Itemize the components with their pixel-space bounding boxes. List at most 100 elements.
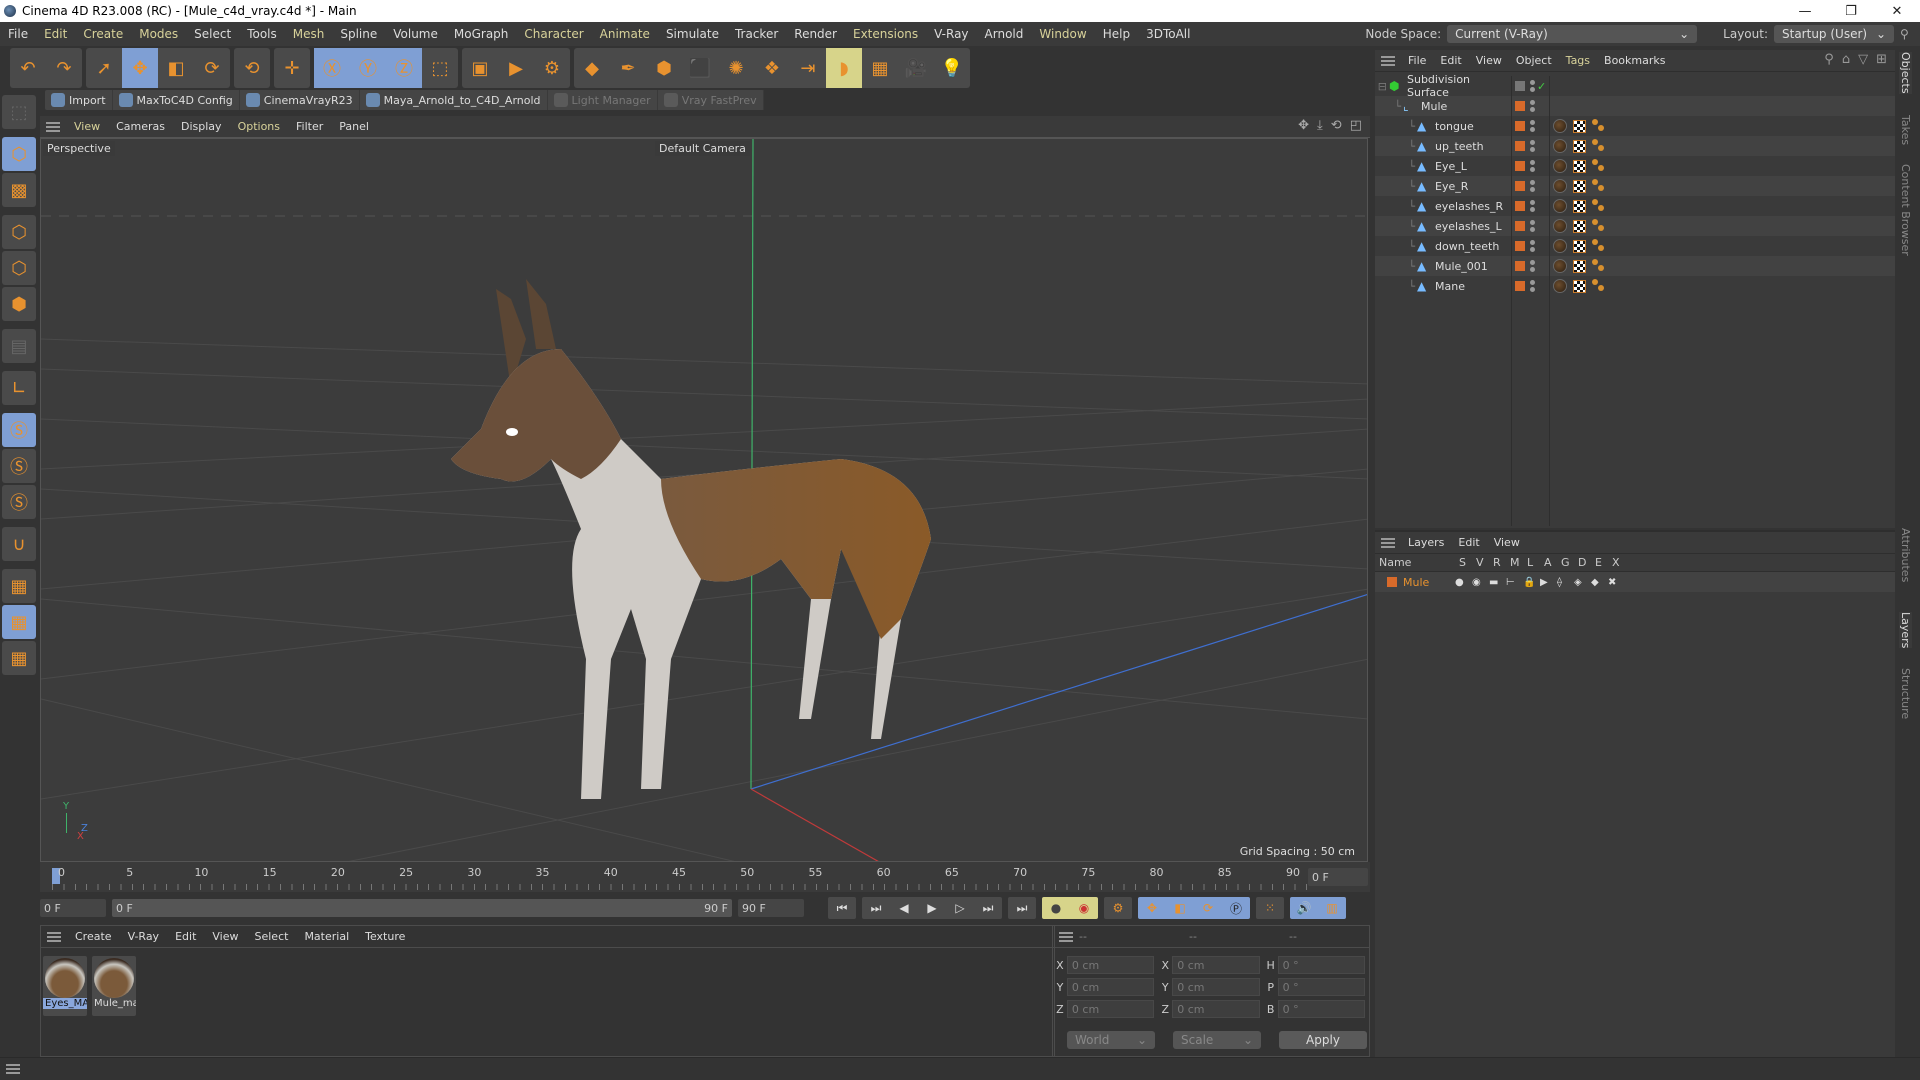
visibility-dots[interactable] <box>1530 260 1535 272</box>
position-z-field[interactable]: 0 cm <box>1066 1000 1155 1018</box>
select-icon[interactable]: ➚ <box>86 48 122 88</box>
mule-model[interactable] <box>451 279 931 799</box>
coordinate-system-icon[interactable]: ⬚ <box>422 48 458 88</box>
filter-icon[interactable]: ▽ <box>1858 52 1868 67</box>
menu-vray[interactable]: V-Ray <box>926 27 976 41</box>
go-to-start-button[interactable]: ⏮ <box>828 897 856 919</box>
maximize-view-icon[interactable]: ◰ <box>1350 118 1362 133</box>
texture-tag-icon[interactable] <box>1573 239 1586 253</box>
plugin-light-manager[interactable]: Light Manager <box>548 90 658 110</box>
minimize-button[interactable]: — <box>1782 0 1828 22</box>
object-name[interactable]: Mane <box>1433 280 1511 293</box>
object-menu-object[interactable]: Object <box>1509 54 1559 67</box>
film-icon[interactable]: ▥ <box>1318 897 1346 919</box>
snap-s2-icon[interactable]: Ⓢ <box>2 449 36 483</box>
material-menu-texture[interactable]: Texture <box>357 930 413 943</box>
y-axis-icon[interactable]: Ⓨ <box>350 48 386 88</box>
make-editable-icon[interactable]: ⬚ <box>2 95 36 129</box>
layer-color-swatch[interactable] <box>1515 141 1525 151</box>
material-menu-material[interactable]: Material <box>296 930 357 943</box>
layer-color-swatch[interactable] <box>1515 101 1525 111</box>
menu-tools[interactable]: Tools <box>239 27 285 41</box>
plugin-import[interactable]: Import <box>45 90 113 110</box>
start-frame-field[interactable]: 0 F <box>40 899 106 917</box>
hamburger-icon[interactable] <box>1381 537 1395 548</box>
edges-mode-icon[interactable]: ⬡ <box>2 251 36 285</box>
object-row[interactable]: └ ▲ down_teeth <box>1375 236 1895 256</box>
record-active-icon[interactable]: ● <box>1042 897 1070 919</box>
restore-button[interactable]: ❐ <box>1828 0 1874 22</box>
bend-icon[interactable]: ◗ <box>826 48 862 88</box>
next-key-button[interactable]: ⏭ <box>974 897 1002 919</box>
light-icon[interactable]: 💡 <box>934 48 970 88</box>
move-icon[interactable]: ✥ <box>122 48 158 88</box>
layer-color-swatch[interactable] <box>1515 121 1525 131</box>
home-icon[interactable]: ⌂ <box>1842 52 1850 67</box>
render-settings-icon[interactable]: ⚙ <box>534 48 570 88</box>
viewport-menu-panel[interactable]: Panel <box>331 120 377 133</box>
visibility-dots[interactable] <box>1530 80 1535 92</box>
menu-tracker[interactable]: Tracker <box>727 27 786 41</box>
current-frame-field[interactable]: 0 F <box>1308 868 1368 886</box>
viewport-menu-view[interactable]: View <box>66 120 108 133</box>
object-name[interactable]: Eye_R <box>1433 180 1511 193</box>
material-swatch[interactable]: Eyes_MA <box>43 956 87 1016</box>
polygons-mode-icon[interactable]: ⬢ <box>2 287 36 321</box>
phong-tag-icon[interactable] <box>1592 199 1606 213</box>
plugin-vray-fastprev[interactable]: Vray FastPrev <box>658 90 764 110</box>
viewport-menu-cameras[interactable]: Cameras <box>108 120 173 133</box>
hamburger-icon[interactable] <box>6 1064 20 1074</box>
pan-view-icon[interactable]: ✥ <box>1298 118 1309 133</box>
layer-color-swatch[interactable] <box>1515 241 1525 251</box>
menu-edit[interactable]: Edit <box>36 27 75 41</box>
psr-icon[interactable]: ⟲ <box>234 48 270 88</box>
side-tab-layers[interactable]: Layers <box>1899 612 1912 649</box>
previous-frame-button[interactable]: ◀ <box>890 897 918 919</box>
apply-button[interactable]: Apply <box>1279 1031 1367 1049</box>
mograph-cloner-icon[interactable]: ✺ <box>718 48 754 88</box>
object-name[interactable]: tongue <box>1433 120 1511 133</box>
menu-mograph[interactable]: MoGraph <box>446 27 517 41</box>
layer-row[interactable]: Mule ● ◉ ▬ ⊢ 🔒 ▶ ⟠ ◈ ◆ ✖ <box>1375 572 1895 592</box>
z-axis-icon[interactable]: Ⓩ <box>386 48 422 88</box>
texture-tag-icon[interactable] <box>1573 279 1586 293</box>
add-icon[interactable]: ✛ <box>274 48 310 88</box>
layer-color-swatch[interactable] <box>1515 81 1525 91</box>
rotate-icon[interactable]: ⟳ <box>194 48 230 88</box>
menu-simulate[interactable]: Simulate <box>658 27 727 41</box>
layer-color-swatch[interactable] <box>1387 577 1397 587</box>
node-space-dropdown[interactable]: Current (V-Ray) ⌄ <box>1447 25 1698 43</box>
menu-character[interactable]: Character <box>516 27 591 41</box>
cube-icon[interactable]: ◆ <box>574 48 610 88</box>
phong-tag-icon[interactable] <box>1592 139 1606 153</box>
uv-mode-icon[interactable]: ▤ <box>2 329 36 363</box>
object-name[interactable]: up_teeth <box>1433 140 1511 153</box>
visibility-dots[interactable] <box>1530 120 1535 132</box>
key-pla-icon[interactable]: ⁙ <box>1256 897 1284 919</box>
visibility-dots[interactable] <box>1530 220 1535 232</box>
lock-icon[interactable]: 🔒 <box>1523 577 1540 588</box>
previous-key-button[interactable]: ⏭ <box>862 897 890 919</box>
camera-label[interactable]: Default Camera <box>655 141 750 156</box>
layer-menu-layers[interactable]: Layers <box>1401 536 1451 549</box>
visibility-dots[interactable] <box>1530 200 1535 212</box>
render-view-icon[interactable]: ▣ <box>462 48 498 88</box>
visibility-dots[interactable] <box>1530 280 1535 292</box>
plugin-cinemavrayr23[interactable]: CinemaVrayR23 <box>240 90 360 110</box>
object-row[interactable]: └ ▲ Mule_001 <box>1375 256 1895 276</box>
phong-tag-icon[interactable] <box>1592 219 1606 233</box>
texture-tag-icon[interactable] <box>1573 219 1586 233</box>
object-menu-edit[interactable]: Edit <box>1433 54 1468 67</box>
vray-material-tag-icon[interactable] <box>1553 279 1567 293</box>
side-tab-structure[interactable]: Structure <box>1899 668 1912 719</box>
object-row[interactable]: └ ▲ Eye_L <box>1375 156 1895 176</box>
layer-color-swatch[interactable] <box>1515 201 1525 211</box>
phong-tag-icon[interactable] <box>1592 159 1606 173</box>
key-parameter-icon[interactable]: Ⓟ <box>1222 897 1250 919</box>
size-y-field[interactable]: 0 cm <box>1172 978 1260 996</box>
object-row[interactable]: └ ▲ eyelashes_R <box>1375 196 1895 216</box>
side-tab-objects[interactable]: Objects <box>1899 52 1912 94</box>
menu-file[interactable]: File <box>0 27 36 41</box>
menu-help[interactable]: Help <box>1095 27 1138 41</box>
visibility-dots[interactable] <box>1530 100 1535 112</box>
